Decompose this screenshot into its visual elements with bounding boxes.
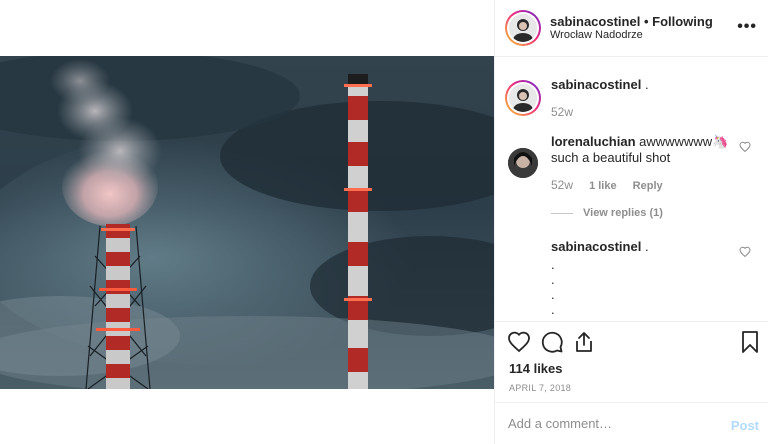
likes-count[interactable]: 114 likes [509,361,563,376]
comment-text: awwwwwww🦄 [639,134,729,149]
comment-text-line2: such a beautiful shot [551,150,671,165]
post-media [0,0,494,444]
comment-input[interactable] [508,416,708,431]
following-button[interactable]: Following [652,14,713,29]
comment-avatar[interactable] [508,148,538,178]
add-comment-bar: Post [495,402,768,444]
separator-dot: • [643,14,649,29]
author-username[interactable]: sabinacostinel [550,14,640,29]
dot-line: . [551,287,555,302]
heart-icon[interactable] [507,330,531,354]
view-replies-label: View replies (1) [583,207,663,219]
more-horizontal-icon[interactable]: ••• [737,19,757,35]
comment-icon[interactable] [540,330,564,354]
post-sidebar: sabinacostinel • Following Wrocław Nadod… [494,0,768,444]
comment-likes[interactable]: 1 like [589,180,617,192]
list-item: sabinacostinel . [551,239,649,255]
post-location[interactable]: Wrocław Nadodrze [550,29,643,41]
replies-divider [551,212,573,214]
post-photo[interactable] [0,56,494,389]
share-icon[interactable] [572,330,596,354]
comment-meta: 52w 1 like Reply [551,178,676,192]
view-replies-button[interactable]: View replies (1) [551,207,663,219]
avatar-photo-icon [509,84,537,112]
comment-text: . [644,77,649,92]
dot-line: . [551,272,555,287]
heart-icon[interactable] [739,141,751,153]
author-avatar[interactable] [505,10,541,46]
reply-button[interactable]: Reply [633,180,663,192]
avatar-photo-icon [509,14,537,42]
dot-line: . [551,302,555,317]
bookmark-icon[interactable] [738,330,762,354]
post-date[interactable]: APRIL 7, 2018 [509,383,571,393]
avatar-photo-icon [508,148,538,178]
dot-line: . [551,257,555,272]
comment-avatar[interactable] [505,80,541,116]
comment-age[interactable]: 52w [551,178,573,192]
comment-age[interactable]: 52w [551,105,573,119]
comment-username[interactable]: lorenaluchian [551,134,636,149]
comment-dots: . . . . [551,257,555,317]
post-button[interactable]: Post [731,418,759,433]
list-item: sabinacostinel . [551,77,649,93]
header-line: sabinacostinel • Following [550,14,713,29]
heart-icon[interactable] [739,246,751,258]
comment-username[interactable]: sabinacostinel [551,239,641,254]
comment-username[interactable]: sabinacostinel [551,77,641,92]
list-item: lorenaluchian awwwwwww🦄 such a beautiful… [551,134,728,166]
action-bar [495,330,768,360]
comment-text: . [644,239,649,254]
post-header: sabinacostinel • Following Wrocław Nadod… [495,0,768,57]
comment-meta: 52w [551,105,586,119]
comments-list: sabinacostinel . 52w lorenaluchian awwww… [495,57,768,322]
